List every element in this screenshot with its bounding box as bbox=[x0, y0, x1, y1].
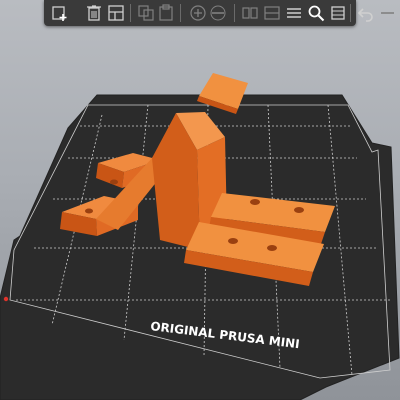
3d-viewport[interactable]: ORIGINAL PRUSA MINI bbox=[0, 0, 400, 400]
origin-marker bbox=[3, 296, 9, 302]
